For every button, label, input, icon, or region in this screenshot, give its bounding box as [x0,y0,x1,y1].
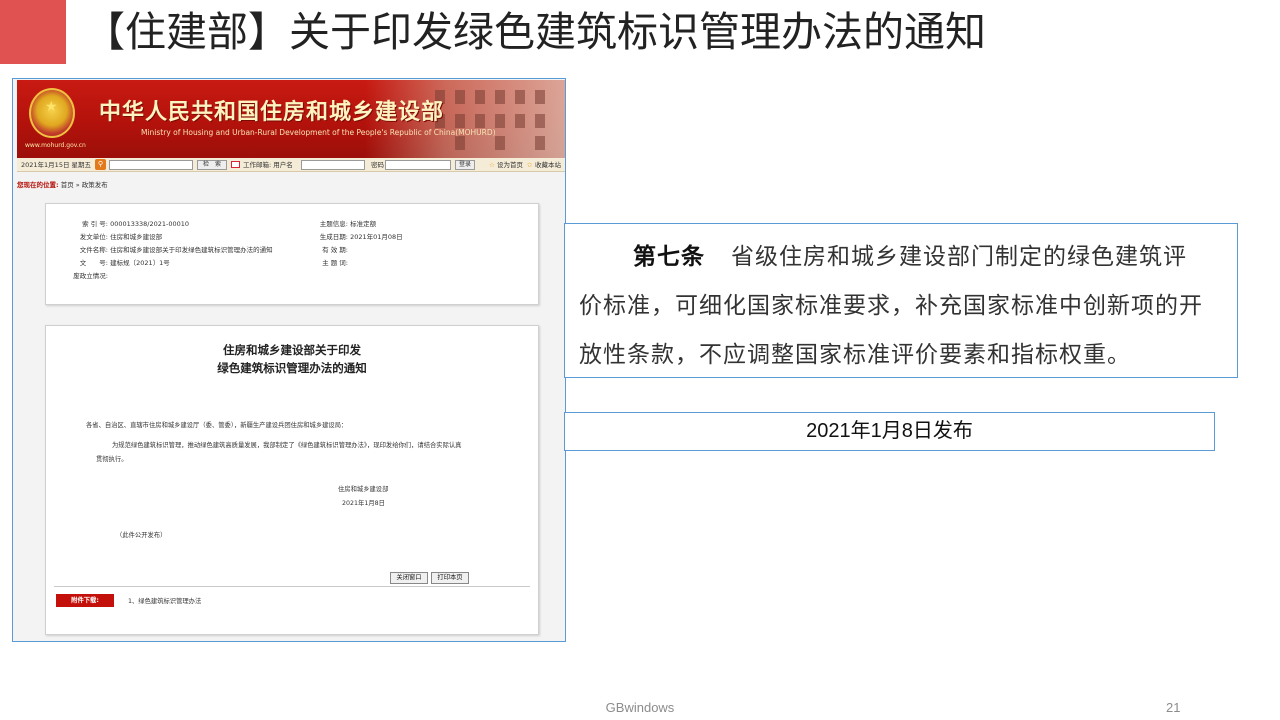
print-page-button[interactable]: 打印本页 [431,572,469,584]
meta-issuer: 发文单位: 住房和城乡建设部 [79,233,163,241]
doc-body-line2: 贯彻执行。 [96,456,128,463]
doc-title-line2: 绿色建筑标识管理办法的通知 [217,361,367,375]
attachment-link[interactable]: 1、绿色建筑标识管理办法 [128,596,201,605]
home-icon: ☆ [489,161,495,169]
mail-username-label: 工作邮箱: 用户名 [243,161,293,169]
mail-icon [231,161,240,168]
site-name-cn: 中华人民共和国住房和城乡建设部 [99,99,445,125]
slide-title: 【住建部】关于印发绿色建筑标识管理办法的通知 [84,8,986,56]
password-label: 密码 [371,161,384,169]
site-name-en: Ministry of Housing and Urban-Rural Deve… [141,128,496,137]
search-button[interactable]: 检 索 [197,160,227,170]
breadcrumb-lead: 您现在的位置: [17,181,59,189]
meta-doc-name: 文件名称: 住房和城乡建设部关于印发绿色建筑标识管理办法的通知 [79,246,273,254]
document-body-card: 住房和城乡建设部关于印发 绿色建筑标识管理办法的通知 各省、自治区、直辖市住房和… [45,325,539,635]
article-line-2: 价标准，可细化国家标准要求，补充国家标准中创新项的开 [579,293,1203,319]
title-accent-bar [0,0,66,64]
doc-sign-date: 2021年1月8日 [342,500,385,507]
meta-index-no: 索 引 号: 000013338/2021-00010 [82,220,190,228]
bookmark-link[interactable]: 收藏本站 [535,160,561,170]
attachment-download-badge: 附件下载: [56,594,114,607]
divider [54,586,530,587]
login-button[interactable]: 登录 [455,160,475,170]
doc-signature: 住房和城乡建设部 [338,486,389,493]
username-input[interactable] [301,160,365,170]
meta-status: 废政立情况: [73,272,108,280]
website-screenshot: ★ 中华人民共和国住房和城乡建设部 Ministry of Housing an… [12,78,566,642]
meta-topic: 主题信息: 标准定额 [319,220,377,228]
article-seven-callout: 第七条 省级住房和城乡建设部门制定的绿色建筑评 价标准，可细化国家标准要求，补充国… [564,223,1238,378]
meta-date: 生成日期: 2021年01月08日 [319,233,403,241]
footer-brand: GBwindows [605,700,675,715]
site-toolbar: 2021年1月15日 星期五 ⚲ 检 索 工作邮箱: 用户名 密码 登录 ☆ 设… [17,158,565,172]
article-line-3: 放性条款，不应调整国家标准评价要素和指标权重。 [579,342,1131,368]
bookmark-icon: ✩ [527,161,533,169]
search-icon: ⚲ [95,159,106,170]
close-window-button[interactable]: 关闭窗口 [390,572,428,584]
site-banner: ★ 中华人民共和国住房和城乡建设部 Ministry of Housing an… [17,80,565,158]
document-meta-card: 索 引 号: 000013338/2021-00010 发文单位: 住房和城乡建… [45,203,539,305]
doc-salutation: 各省、自治区、直辖市住房和城乡建设厅（委、管委），新疆生产建设兵团住房和城乡建设… [86,422,348,429]
meta-validity: 有 效 期: [322,246,348,254]
set-home-link[interactable]: 设为首页 [497,160,523,170]
doc-body-line1: 为规范绿色建筑标识管理，推动绿色建筑高质量发展，我部制定了《绿色建筑标识管理办法… [112,442,462,449]
site-url: www.mohurd.gov.cn [25,142,86,149]
article-number: 第七条 [633,243,705,270]
release-date-callout: 2021年1月8日发布 [564,412,1215,451]
meta-doc-no: 文 号: 建标规〔2021〕1号 [79,259,170,267]
toolbar-date: 2021年1月15日 星期五 [21,161,92,169]
meta-subject: 主 题 词: [322,259,348,267]
page-number: 21 [1166,700,1181,715]
search-input[interactable] [109,160,193,170]
national-emblem-icon: ★ [29,88,75,138]
password-input[interactable] [385,160,451,170]
doc-disclosure: （此件公开发布） [116,532,167,539]
doc-title-line1: 住房和城乡建设部关于印发 [223,343,361,357]
breadcrumb-path[interactable]: 首页 » 政策发布 [61,181,108,189]
article-line-1: 第七条 省级住房和城乡建设部门制定的绿色建筑评 [633,243,1187,270]
breadcrumb: 您现在的位置: 首页 » 政策发布 [17,179,108,189]
